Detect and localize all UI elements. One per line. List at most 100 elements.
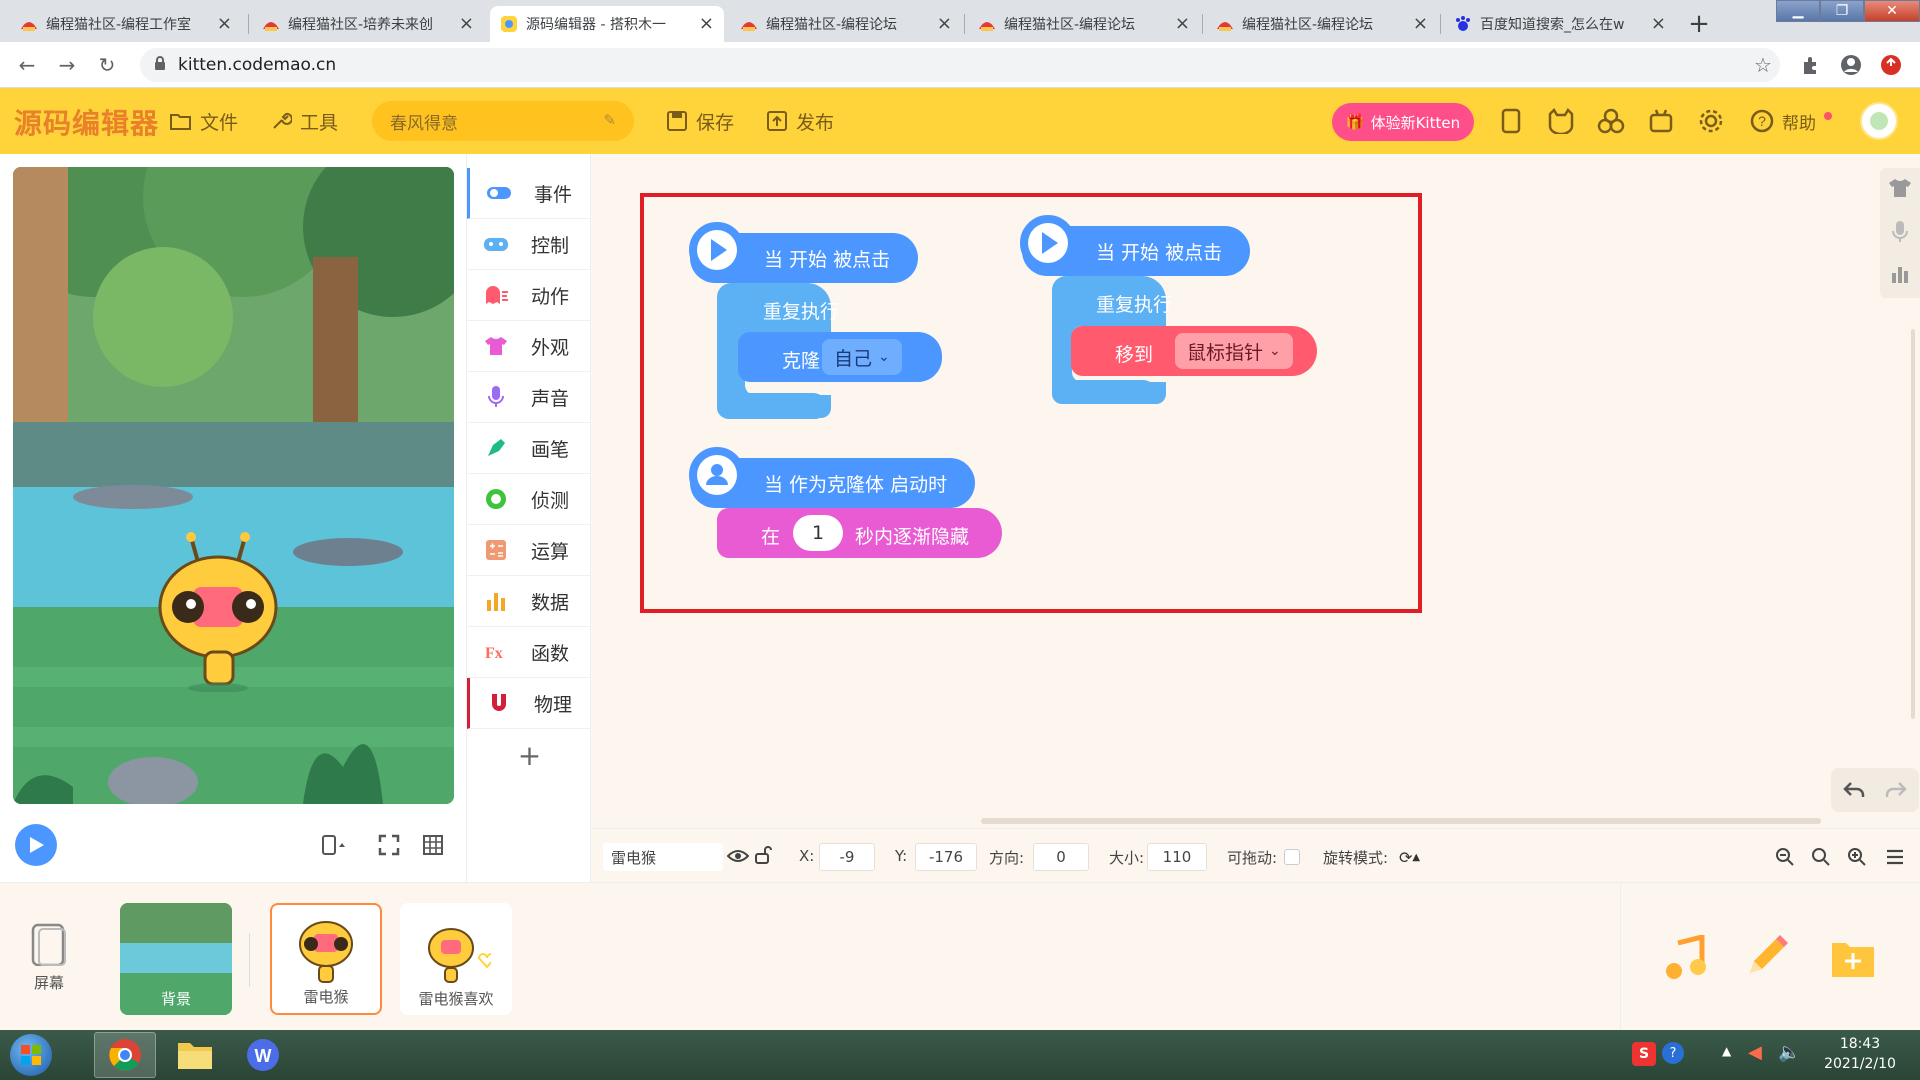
close-tab-icon[interactable]: × <box>217 15 232 33</box>
volume-icon[interactable]: 🔈 <box>1778 1042 1800 1063</box>
reload-icon[interactable]: ↻ <box>94 52 120 78</box>
menu-hamburger-icon[interactable] <box>1885 847 1905 867</box>
category-functions[interactable]: Fx 函数 <box>467 627 592 678</box>
forward-icon[interactable]: → <box>54 52 80 78</box>
show-hidden-icons-arrow[interactable]: ▲ <box>1722 1044 1731 1058</box>
category-looks[interactable]: 外观 <box>467 321 592 372</box>
category-event[interactable]: 事件 <box>467 168 592 219</box>
sprite-card-thunder-monkey-selected[interactable]: 雷电猴 <box>270 903 382 1015</box>
visibility-eye-icon[interactable] <box>727 847 749 865</box>
tools-menu[interactable]: 工具 <box>270 88 338 154</box>
clone-block[interactable]: 克隆 自己 ⌄ <box>738 332 942 382</box>
minimize-window-button[interactable]: ▁ <box>1776 0 1820 22</box>
run-play-button[interactable] <box>15 824 57 866</box>
category-control[interactable]: 控制 <box>467 219 592 270</box>
zoom-in-icon[interactable] <box>1847 847 1867 867</box>
extensions-puzzle-icon[interactable] <box>1798 52 1824 78</box>
add-sound-music-icon[interactable] <box>1664 935 1710 981</box>
user-avatar[interactable] <box>1860 102 1898 140</box>
zoom-reset-icon[interactable] <box>1811 847 1831 867</box>
y-field[interactable]: -176 <box>915 843 977 871</box>
category-sound[interactable]: 声音 <box>467 372 592 423</box>
upload-folder-icon[interactable] <box>1830 937 1876 979</box>
close-window-button[interactable]: ✕ <box>1864 0 1920 22</box>
fullscreen-icon[interactable] <box>370 826 408 864</box>
bookmark-star-icon[interactable]: ☆ <box>1750 52 1776 78</box>
taskbar-chrome[interactable] <box>94 1032 156 1078</box>
sprite-card-background[interactable]: 背景 <box>120 903 232 1015</box>
add-extension-button[interactable]: + <box>467 730 592 780</box>
clone-target-dropdown[interactable]: 自己 ⌄ <box>822 339 902 375</box>
grid-icon[interactable] <box>414 826 452 864</box>
data-chart-icon[interactable] <box>1890 264 1910 284</box>
stage-canvas[interactable] <box>13 167 454 804</box>
sprite-name-field[interactable]: 雷电猴 <box>603 843 723 871</box>
cat-face-icon[interactable] <box>1546 106 1576 136</box>
close-tab-icon[interactable]: × <box>1651 15 1666 33</box>
sound-mic-icon[interactable] <box>1891 220 1909 244</box>
publish-button[interactable]: 发布 <box>766 88 834 154</box>
costume-shirt-icon[interactable] <box>1888 178 1912 198</box>
taskbar-explorer[interactable] <box>168 1034 222 1076</box>
settings-gear-icon[interactable] <box>1696 106 1726 136</box>
url-field[interactable]: kitten.codemao.cn <box>140 48 1780 82</box>
try-new-kitten-button[interactable]: 🎁 体验新Kitten <box>1332 103 1474 141</box>
category-pen[interactable]: 画笔 <box>467 423 592 474</box>
move-to-block[interactable]: 移到 鼠标指针 ⌄ <box>1071 326 1317 376</box>
move-target-dropdown[interactable]: 鼠标指针 ⌄ <box>1175 333 1293 369</box>
sprite-card-thunder-monkey-like[interactable]: 雷电猴喜欢 <box>400 903 512 1015</box>
sprite-thunder-monkey[interactable] <box>153 532 283 692</box>
browser-tab-active[interactable]: 源码编辑器 - 搭积木一 × <box>490 6 724 42</box>
close-tab-icon[interactable]: × <box>699 15 714 33</box>
robot-icon[interactable] <box>1646 106 1676 136</box>
close-tab-icon[interactable]: × <box>459 15 474 33</box>
vertical-scrollbar[interactable] <box>1911 329 1915 719</box>
browser-tab[interactable]: 编程猫社区-编程论坛 × <box>730 6 962 42</box>
close-tab-icon[interactable]: × <box>1175 15 1190 33</box>
horizontal-scrollbar[interactable] <box>981 818 1821 824</box>
help-menu[interactable]: ? 帮助 <box>1750 88 1832 154</box>
browser-tab[interactable]: 编程猫社区-培养未来创 × <box>252 6 484 42</box>
lock-unlocked-icon[interactable] <box>753 845 773 865</box>
flag-tray-icon[interactable]: ◀ <box>1748 1042 1762 1063</box>
category-data[interactable]: 数据 <box>467 576 592 627</box>
taskbar-wps[interactable]: W <box>236 1034 290 1076</box>
sogou-ime-icon[interactable]: S <box>1632 1042 1656 1066</box>
close-tab-icon[interactable]: × <box>937 15 952 33</box>
seconds-input[interactable]: 1 <box>793 515 843 551</box>
fade-out-block[interactable]: 在 1 秒内逐渐隐藏 <box>717 508 1002 558</box>
category-physics[interactable]: 物理 <box>467 678 592 729</box>
rotation-mode-dropdown[interactable]: ⟳ ▲ <box>1399 845 1429 869</box>
undo-icon[interactable] <box>1843 780 1865 800</box>
browser-tab[interactable]: 编程猫社区-编程论坛 × <box>1206 6 1438 42</box>
profile-icon[interactable] <box>1838 52 1864 78</box>
browser-tab[interactable]: 百度知道搜索_怎么在w × <box>1444 6 1676 42</box>
device-icon[interactable] <box>1496 106 1526 136</box>
zoom-out-icon[interactable] <box>1775 847 1795 867</box>
category-operators[interactable]: 运算 <box>467 525 592 576</box>
x-field[interactable]: -9 <box>819 843 875 871</box>
clock[interactable]: 18:43 2021/2/10 <box>1810 1034 1910 1074</box>
update-alert-icon[interactable] <box>1878 52 1904 78</box>
draw-pencil-icon[interactable] <box>1744 933 1790 979</box>
community-icon[interactable] <box>1596 106 1626 136</box>
size-field[interactable]: 110 <box>1147 843 1207 871</box>
file-menu[interactable]: 文件 <box>170 88 238 154</box>
browser-tab[interactable]: 编程猫社区-编程工作室 × <box>10 6 242 42</box>
help-tray-icon[interactable]: ? <box>1662 1042 1684 1064</box>
redo-icon[interactable] <box>1885 780 1907 800</box>
close-tab-icon[interactable]: × <box>1413 15 1428 33</box>
work-name-input[interactable]: 春风得意 ✎ <box>372 101 634 141</box>
category-sensing[interactable]: 侦测 <box>467 474 592 525</box>
back-icon[interactable]: ← <box>14 52 40 78</box>
category-motion[interactable]: 动作 <box>467 270 592 321</box>
maximize-window-button[interactable]: ❐ <box>1820 0 1864 22</box>
screen-button[interactable]: 屏幕 <box>14 923 84 993</box>
direction-field[interactable]: 0 <box>1033 843 1089 871</box>
device-select-button[interactable] <box>312 826 356 864</box>
browser-tab[interactable]: 编程猫社区-编程论坛 × <box>968 6 1200 42</box>
new-tab-button[interactable]: + <box>1683 8 1715 40</box>
save-button[interactable]: 保存 <box>666 88 734 154</box>
draggable-checkbox[interactable] <box>1284 849 1300 865</box>
start-windows-button[interactable] <box>10 1034 52 1076</box>
